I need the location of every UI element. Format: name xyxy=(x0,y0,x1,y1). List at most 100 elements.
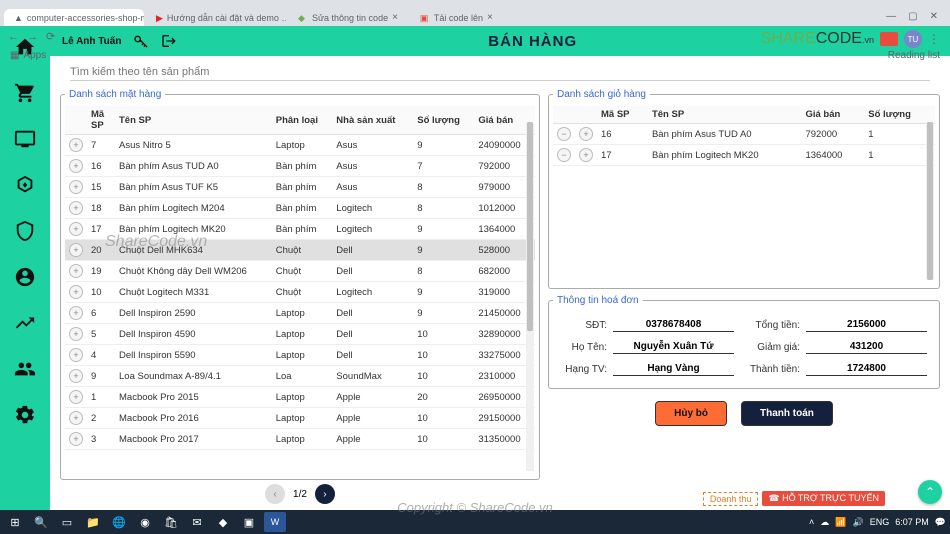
add-icon[interactable]: + xyxy=(579,127,593,141)
edge-icon[interactable]: 🌐 xyxy=(108,512,130,532)
col-loai[interactable]: Phân loại xyxy=(272,106,333,135)
col-ten[interactable]: Tên SP xyxy=(115,106,272,135)
logout-icon[interactable] xyxy=(161,33,177,49)
kebab-icon[interactable]: ⋮ xyxy=(928,32,940,46)
minimize-icon[interactable]: — xyxy=(886,11,896,22)
task-view-icon[interactable]: ▭ xyxy=(56,512,78,532)
table-row[interactable]: + 7Asus Nitro 5LaptopAsus924090000 xyxy=(65,135,535,156)
explorer-icon[interactable]: 📁 xyxy=(82,512,104,532)
pay-button[interactable]: Thanh toán xyxy=(741,401,833,426)
nav-box[interactable] xyxy=(10,170,40,200)
wifi-icon[interactable]: 📶 xyxy=(835,517,846,528)
notifications-icon[interactable]: 💬 xyxy=(935,517,946,528)
table-row[interactable]: + 5Dell Inspiron 4590LaptopDell103289000… xyxy=(65,324,535,345)
add-icon[interactable]: + xyxy=(69,222,83,236)
add-icon[interactable]: + xyxy=(69,180,83,194)
sound-icon[interactable]: 🔊 xyxy=(853,517,864,528)
add-icon[interactable]: + xyxy=(69,201,83,215)
table-row[interactable]: + 19Chuột Không dây Dell WM206ChuộtDell8… xyxy=(65,261,535,282)
nav-group[interactable] xyxy=(10,354,40,384)
close-icon[interactable]: ✕ xyxy=(930,11,938,22)
chrome-icon[interactable]: ◉ xyxy=(134,512,156,532)
mail-icon[interactable]: ✉ xyxy=(186,512,208,532)
table-row[interactable]: + 17Bàn phím Logitech MK20Bàn phímLogite… xyxy=(65,219,535,240)
add-icon[interactable]: + xyxy=(69,285,83,299)
browser-tab[interactable]: ▣Tải code lên× xyxy=(410,9,503,26)
table-row[interactable]: + 16Bàn phím Asus TUD A0Bàn phímAsus7792… xyxy=(65,156,535,177)
page-next-button[interactable]: › xyxy=(315,484,335,504)
col-sp[interactable]: Mã SP xyxy=(597,106,648,124)
col-sp[interactable]: Mã SP xyxy=(87,106,115,135)
nav-fwd-icon[interactable]: → xyxy=(27,31,38,43)
table-row[interactable]: + 15Bàn phím Asus TUF K5Bàn phímAsus8979… xyxy=(65,177,535,198)
notification-badge[interactable] xyxy=(880,32,898,46)
apps-icon[interactable]: ▦ xyxy=(10,50,19,61)
vs-icon[interactable]: ◆ xyxy=(212,512,234,532)
app-icon[interactable]: ▣ xyxy=(238,512,260,532)
add-icon[interactable]: + xyxy=(69,306,83,320)
col-ten[interactable]: Tên SP xyxy=(648,106,802,124)
close-icon[interactable]: × xyxy=(487,12,493,23)
table-row[interactable]: + 4Dell Inspiron 5590LaptopDell103327500… xyxy=(65,345,535,366)
nav-back-icon[interactable]: ← xyxy=(8,31,19,43)
add-icon[interactable]: + xyxy=(69,390,83,404)
add-icon[interactable]: + xyxy=(69,432,83,446)
tray-up-icon[interactable]: ˄ xyxy=(809,517,814,527)
sdt-value[interactable]: 0378678408 xyxy=(613,318,734,332)
col-sl[interactable]: Số lượng xyxy=(864,106,935,124)
table-row[interactable]: + 1Macbook Pro 2015LaptopApple2026950000 xyxy=(65,387,535,408)
remove-icon[interactable]: − xyxy=(557,127,571,141)
clock[interactable]: 6:07 PM xyxy=(895,517,929,527)
search-input[interactable] xyxy=(70,64,930,81)
scrollbar[interactable] xyxy=(526,122,534,471)
table-row[interactable]: + 20Chuột Dell MHK634ChuộtDell9528000 xyxy=(65,240,535,261)
browser-tab[interactable]: ◆Sửa thông tin code× xyxy=(288,9,408,26)
table-row[interactable]: + 9Loa Soundmax A-89/4.1LoaSoundMax10231… xyxy=(65,366,535,387)
col-sl[interactable]: Số lượng xyxy=(413,106,474,135)
nav-stats[interactable] xyxy=(10,308,40,338)
add-icon[interactable]: + xyxy=(69,369,83,383)
table-row[interactable]: + 10Chuột Logitech M331ChuộtLogitech9319… xyxy=(65,282,535,303)
nav-settings[interactable] xyxy=(10,400,40,430)
browser-tab[interactable]: ▲computer-accessories-shop-ma…× xyxy=(4,9,144,26)
remove-icon[interactable]: − xyxy=(557,148,571,162)
add-icon[interactable]: + xyxy=(69,138,83,152)
col-gia[interactable]: Giá bán xyxy=(801,106,864,124)
lang-indicator[interactable]: ENG xyxy=(870,517,890,527)
nav-shield[interactable] xyxy=(10,216,40,246)
table-row[interactable]: + 18Bàn phím Logitech M204Bàn phímLogite… xyxy=(65,198,535,219)
add-icon[interactable]: + xyxy=(69,159,83,173)
add-icon[interactable]: + xyxy=(69,348,83,362)
word-icon[interactable]: W xyxy=(264,512,286,532)
table-row[interactable]: − + 16Bàn phím Asus TUD A07920001 xyxy=(553,124,935,145)
maximize-icon[interactable]: ▢ xyxy=(908,11,917,22)
reload-icon[interactable]: ⟳ xyxy=(46,30,55,43)
table-row[interactable]: − + 17Bàn phím Logitech MK2013640001 xyxy=(553,145,935,166)
nav-monitor[interactable] xyxy=(10,124,40,154)
col-nsx[interactable]: Nhà sản xuất xyxy=(332,106,413,135)
add-icon[interactable]: + xyxy=(69,243,83,257)
scrollbar[interactable] xyxy=(926,122,934,280)
start-button[interactable]: ⊞ xyxy=(4,512,26,532)
close-icon[interactable]: × xyxy=(392,12,398,23)
add-icon[interactable]: + xyxy=(69,264,83,278)
browser-tab[interactable]: ▶Hướng dẫn cài đặt và demo …× xyxy=(146,9,286,26)
store-icon[interactable]: 🛍 xyxy=(160,512,182,532)
add-icon[interactable]: + xyxy=(579,148,593,162)
support-button[interactable]: ☎ HỖ TRỢ TRỰC TUYẾN xyxy=(762,491,885,506)
page-prev-button[interactable]: ‹ xyxy=(265,484,285,504)
key-icon[interactable] xyxy=(133,33,149,49)
nav-cart[interactable] xyxy=(10,78,40,108)
cancel-button[interactable]: Hủy bỏ xyxy=(655,401,727,426)
bookmark-apps[interactable]: Apps xyxy=(23,50,46,61)
table-row[interactable]: + 2Macbook Pro 2016LaptopApple1029150000 xyxy=(65,408,535,429)
table-row[interactable]: + 6Dell Inspiron 2590LaptopDell921450000 xyxy=(65,303,535,324)
add-icon[interactable]: + xyxy=(69,327,83,341)
table-row[interactable]: + 3Macbook Pro 2017LaptopApple1031350000 xyxy=(65,429,535,450)
search-icon[interactable]: 🔍 xyxy=(30,512,52,532)
reading-list[interactable]: Reading list xyxy=(888,50,940,61)
nav-user[interactable] xyxy=(10,262,40,292)
scroll-top-button[interactable]: ⌃ xyxy=(918,480,942,504)
avatar[interactable]: TU xyxy=(904,30,922,48)
add-icon[interactable]: + xyxy=(69,411,83,425)
